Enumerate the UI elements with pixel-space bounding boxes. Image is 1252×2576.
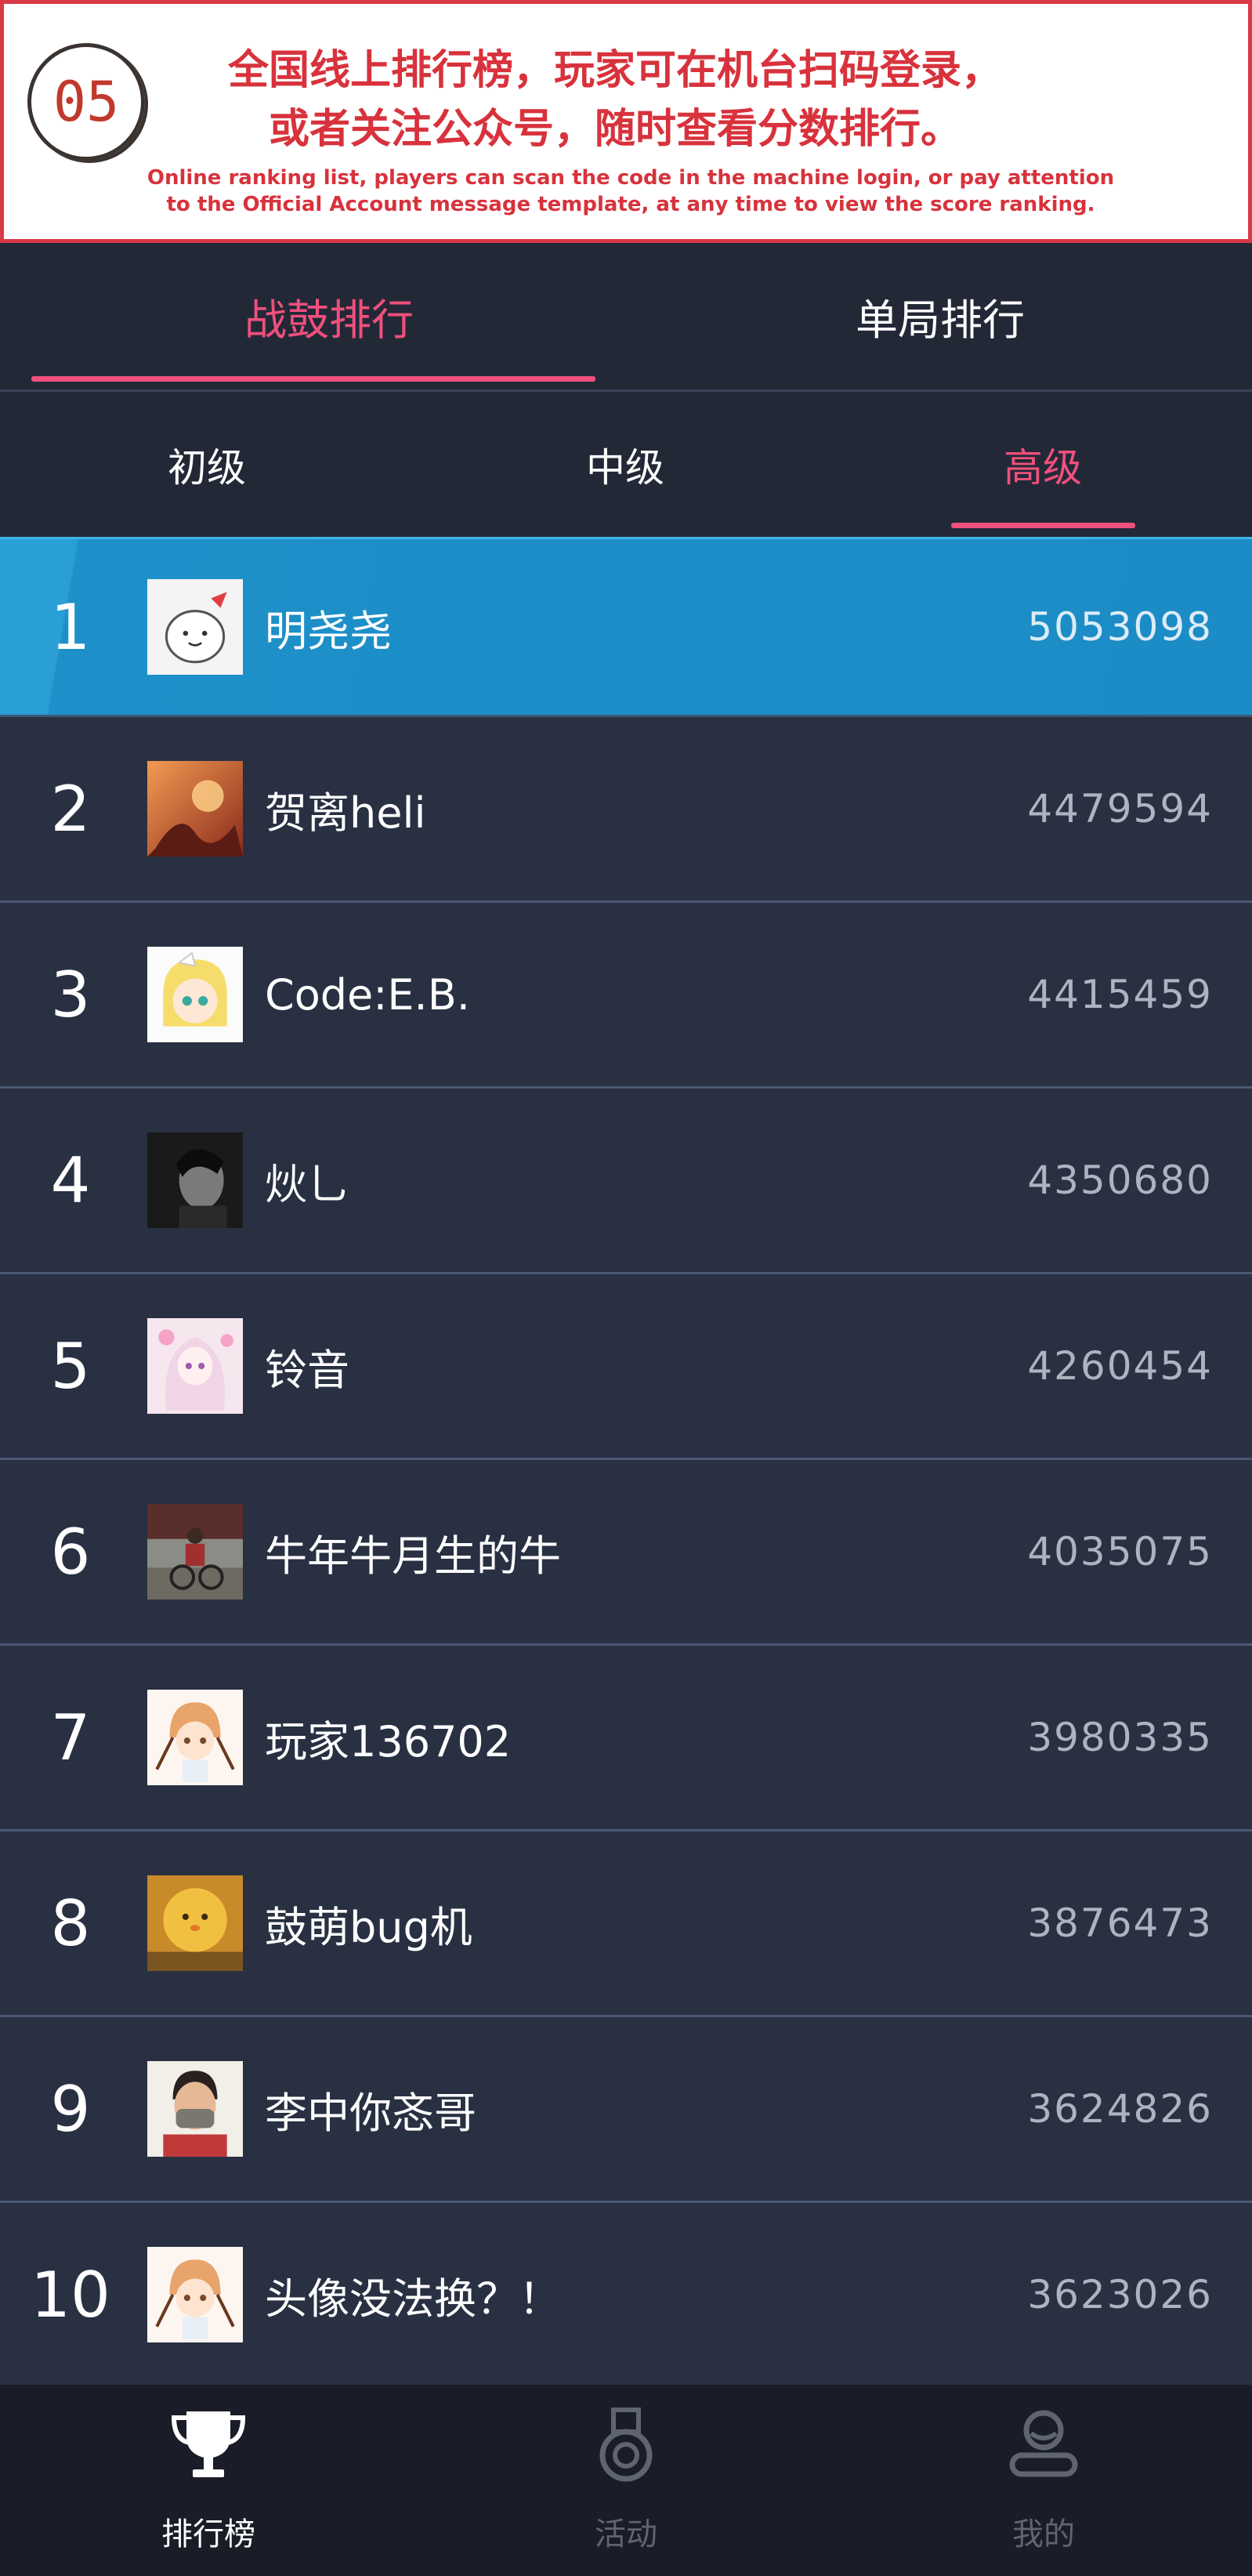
player-score: 3980335 bbox=[1027, 1715, 1213, 1760]
rank-number: 6 bbox=[50, 1515, 91, 1589]
rank-number: 7 bbox=[50, 1701, 91, 1774]
blonde-anime-girl-avatar bbox=[147, 947, 243, 1042]
rank-number: 10 bbox=[31, 2258, 110, 2331]
player-score: 3876473 bbox=[1027, 1900, 1213, 1946]
tab-intermediate[interactable]: 中级 bbox=[469, 392, 782, 537]
pink-anime-girl-avatar bbox=[147, 1318, 243, 1414]
banner-english-line-2: to the Official Account message template… bbox=[166, 193, 1095, 216]
yellow-fluffy-avatar bbox=[147, 1875, 243, 1971]
player-name: 贺离heli bbox=[265, 788, 426, 838]
player-name: 鼓萌bug机 bbox=[265, 1902, 472, 1952]
player-score: 4350680 bbox=[1027, 1158, 1213, 1203]
rank-number: 4 bbox=[50, 1143, 91, 1217]
player-score: 3624826 bbox=[1027, 2086, 1213, 2132]
promo-banner: 05 全国线上排行榜，玩家可在机台扫码登录， 或者关注公众号，随时查看分数排行。… bbox=[0, 0, 1252, 243]
masked-person-avatar bbox=[147, 2061, 243, 2157]
medal-icon bbox=[585, 2405, 667, 2487]
dark-portrait-avatar bbox=[147, 1132, 243, 1228]
player-name: 头像没法换？！ bbox=[265, 2273, 561, 2324]
chibi-drummer-avatar bbox=[147, 1690, 243, 1785]
bottom-navigation: 排行榜 活动 我的 bbox=[0, 2385, 1252, 2576]
nav-activity-label: 活动 bbox=[595, 2516, 657, 2552]
player-score: 4415459 bbox=[1027, 972, 1213, 1017]
banner-chinese-line-1: 全国线上排行榜，玩家可在机台扫码登录， bbox=[227, 47, 1002, 94]
player-name: 李中你忞哥 bbox=[265, 2088, 476, 2138]
tab-beginner[interactable]: 初级 bbox=[50, 392, 364, 537]
ranking-row[interactable]: 5 铃音 4260454 bbox=[0, 1274, 1252, 1460]
ranking-row[interactable]: 8 鼓萌bug机 3876473 bbox=[0, 1831, 1252, 2017]
player-name: 牛年牛月生的牛 bbox=[265, 1531, 561, 1581]
cartoon-bun-avatar bbox=[147, 579, 243, 675]
ranking-row[interactable]: 7 玩家136702 3980335 bbox=[0, 1646, 1252, 1831]
ranking-list: 1 明尧尧 5053098 2 贺离heli 4479594 3 Code:E.… bbox=[0, 537, 1252, 2385]
rank-number: 9 bbox=[50, 2072, 91, 2146]
tab-single-game-ranking[interactable]: 单局排行 bbox=[642, 243, 1238, 389]
ranking-row[interactable]: 10 头像没法换？！ 3623026 bbox=[0, 2203, 1252, 2385]
step-badge: 05 bbox=[27, 43, 145, 161]
player-score: 4035075 bbox=[1027, 1529, 1213, 1574]
trophy-icon bbox=[168, 2405, 249, 2487]
rank-number: 3 bbox=[50, 958, 91, 1031]
player-score: 4479594 bbox=[1027, 786, 1213, 831]
player-score: 5053098 bbox=[1027, 604, 1213, 650]
rank-number: 2 bbox=[50, 772, 91, 846]
nav-profile-label: 我的 bbox=[1012, 2516, 1075, 2552]
rank-number: 8 bbox=[50, 1886, 91, 1960]
player-name: 炏乚 bbox=[265, 1159, 349, 1209]
cyclist-photo-avatar bbox=[147, 1504, 243, 1600]
ranking-type-tabs: 战鼓排行 单局排行 bbox=[0, 243, 1252, 392]
player-name: 铃音 bbox=[265, 1345, 349, 1395]
ranking-row[interactable]: 1 明尧尧 5053098 bbox=[0, 537, 1252, 717]
nav-profile[interactable]: 我的 bbox=[835, 2385, 1252, 2576]
active-tab-indicator bbox=[31, 376, 595, 382]
nav-ranking-label: 排行榜 bbox=[161, 2516, 255, 2552]
player-score: 3623026 bbox=[1027, 2272, 1213, 2317]
ranking-row[interactable]: 2 贺离heli 4479594 bbox=[0, 717, 1252, 903]
ranking-row[interactable]: 9 李中你忞哥 3624826 bbox=[0, 2017, 1252, 2203]
chibi-drummer-avatar bbox=[147, 2247, 243, 2342]
player-name: 明尧尧 bbox=[265, 606, 392, 656]
rank-number: 1 bbox=[50, 590, 91, 664]
nav-ranking[interactable]: 排行榜 bbox=[0, 2385, 417, 2576]
nav-activity[interactable]: 活动 bbox=[418, 2385, 834, 2576]
active-level-indicator bbox=[951, 523, 1135, 528]
user-icon bbox=[1003, 2405, 1084, 2487]
difficulty-tabs: 初级 中级 高级 bbox=[0, 392, 1252, 537]
player-name: Code:E.B. bbox=[265, 969, 470, 1020]
rank-number: 5 bbox=[50, 1329, 91, 1403]
anime-orange-avatar bbox=[147, 761, 243, 857]
ranking-row[interactable]: 6 牛年牛月生的牛 4035075 bbox=[0, 1460, 1252, 1646]
player-name: 玩家136702 bbox=[265, 1716, 512, 1766]
ranking-row[interactable]: 4 炏乚 4350680 bbox=[0, 1089, 1252, 1274]
tab-drum-ranking[interactable]: 战鼓排行 bbox=[31, 243, 627, 389]
player-score: 4260454 bbox=[1027, 1343, 1213, 1389]
ranking-row[interactable]: 3 Code:E.B. 4415459 bbox=[0, 903, 1252, 1089]
tab-advanced[interactable]: 高级 bbox=[886, 392, 1200, 537]
banner-chinese-line-2: 或者关注公众号，随时查看分数排行。 bbox=[268, 106, 961, 153]
banner-english-line-1: Online ranking list, players can scan th… bbox=[147, 166, 1115, 190]
